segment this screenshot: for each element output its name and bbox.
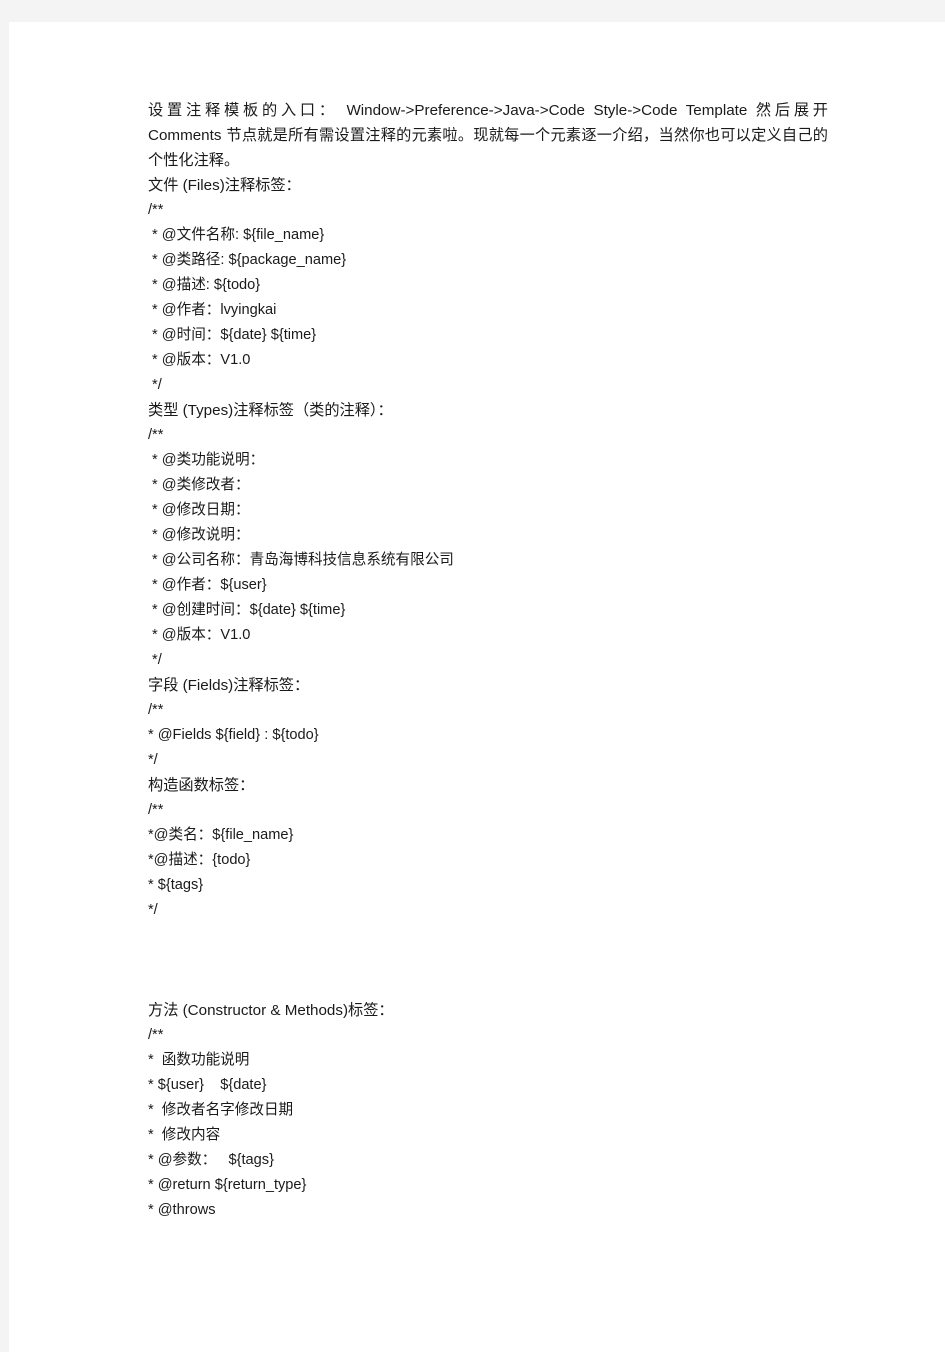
code-line: * @文件名称: ${file_name}: [148, 227, 325, 243]
code-line: * 修改内容: [148, 1127, 221, 1143]
code-line: * @公司名称：青岛海博科技信息系统有限公司: [148, 552, 454, 568]
section-heading-files: 文件 (Files)注释标签：: [148, 177, 301, 194]
code-line: * @类功能说明：: [148, 452, 265, 468]
code-line: * @return ${return_type}: [148, 1177, 307, 1193]
document-page: 设置注释模板的入口： Window->Preference->Java->Cod…: [9, 22, 945, 1352]
document-viewer: 设置注释模板的入口： Window->Preference->Java->Cod…: [0, 0, 945, 1352]
code-line: /**: [148, 702, 164, 718]
code-line: * @类路径: ${package_name}: [148, 252, 347, 268]
code-line: * @throws: [148, 1202, 216, 1218]
code-line: */: [148, 752, 158, 768]
code-line: * @版本：V1.0: [148, 352, 251, 368]
section-heading-constructor: 构造函数标签：: [148, 777, 255, 794]
code-line: */: [148, 902, 158, 918]
code-line: * @创建时间：${date} ${time}: [148, 602, 346, 618]
code-line: * @版本：V1.0: [148, 627, 251, 643]
code-line: * 修改者名字修改日期: [148, 1102, 294, 1118]
code-line: * @修改日期：: [148, 502, 250, 518]
section-heading-methods: 方法 (Constructor & Methods)标签：: [148, 1002, 394, 1019]
code-line: * ${tags}: [148, 877, 204, 893]
code-line: * @作者：lvyingkai: [148, 302, 277, 318]
code-line: */: [148, 377, 162, 393]
code-line: * @Fields ${field} : ${todo}: [148, 727, 319, 743]
code-line: * @作者：${user}: [148, 577, 267, 593]
code-line: * @修改说明：: [148, 527, 250, 543]
code-line: *@描述：{todo}: [148, 852, 251, 868]
code-line: /**: [148, 1027, 164, 1043]
code-line: */: [148, 652, 162, 668]
section-heading-types: 类型 (Types)注释标签（类的注释）：: [148, 402, 393, 419]
code-line: /**: [148, 202, 164, 218]
code-line: * @参数： ${tags}: [148, 1152, 274, 1168]
code-line: * @描述: ${todo}: [148, 277, 261, 293]
code-line: * 函数功能说明: [148, 1052, 250, 1068]
code-line: * @类修改者：: [148, 477, 250, 493]
document-body: 设置注释模板的入口： Window->Preference->Java->Cod…: [148, 98, 828, 1223]
code-line: * ${user} ${date}: [148, 1077, 267, 1093]
intro-paragraph: 设置注释模板的入口： Window->Preference->Java->Cod…: [148, 102, 828, 169]
code-line: /**: [148, 427, 164, 443]
code-line: /**: [148, 802, 164, 818]
section-heading-fields: 字段 (Fields)注释标签：: [148, 677, 310, 694]
code-line: *@类名：${file_name}: [148, 827, 294, 843]
code-line: * @时间：${date} ${time}: [148, 327, 317, 343]
